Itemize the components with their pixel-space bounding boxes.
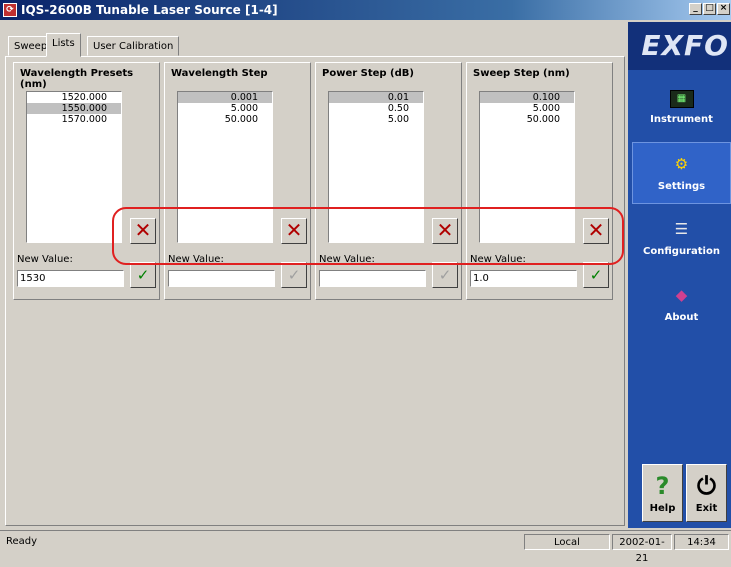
list-item[interactable]: 0.001: [178, 92, 272, 103]
tab-user-calibration[interactable]: User Calibration: [87, 36, 180, 56]
column-power-step: Power Step (dB) 0.01 0.50 5.00 ✕ New Val…: [315, 62, 462, 300]
new-value-label: New Value:: [168, 254, 224, 265]
list-item[interactable]: 0.50: [329, 103, 423, 114]
delete-button[interactable]: ✕: [432, 218, 458, 244]
exit-button[interactable]: ⏻ Exit: [686, 464, 727, 522]
help-label: Help: [649, 503, 676, 514]
nav-label: Instrument: [650, 114, 713, 125]
instrument-icon: ▦: [669, 90, 694, 108]
title-bar: ⟳ IQS-2600B Tunable Laser Source [1-4] _…: [0, 0, 731, 20]
confirm-button[interactable]: ✓: [432, 262, 458, 288]
column-sweep-step: Sweep Step (nm) 0.100 5.000 50.000 ✕ New…: [466, 62, 613, 300]
nav-about[interactable]: ◆ About: [632, 274, 731, 336]
x-icon: ✕: [436, 218, 454, 242]
close-button[interactable]: ×: [717, 3, 730, 15]
column-title: Sweep Step (nm): [473, 68, 570, 79]
new-value-input[interactable]: 1530: [17, 270, 124, 287]
check-icon: ✓: [287, 266, 301, 284]
wavelength-presets-list[interactable]: 1520.000 1550.000 1570.000: [26, 91, 122, 243]
new-value-input[interactable]: [319, 270, 426, 287]
delete-button[interactable]: ✕: [130, 218, 156, 244]
new-value-input[interactable]: 1.0: [470, 270, 577, 287]
list-item[interactable]: 5.000: [480, 103, 574, 114]
nav-settings[interactable]: ⚙ Settings: [632, 142, 731, 204]
nav-label: About: [664, 312, 699, 323]
column-title: Wavelength Step: [171, 68, 268, 79]
nav-configuration[interactable]: ☰ Configuration: [632, 208, 731, 270]
nav-label: Configuration: [643, 246, 720, 257]
list-item[interactable]: 1570.000: [27, 114, 121, 125]
check-icon: ✓: [438, 266, 452, 284]
app-icon[interactable]: ⟳: [3, 3, 17, 17]
exit-label: Exit: [695, 503, 718, 514]
tab-lists[interactable]: Lists: [46, 33, 81, 57]
status-mode: Local: [524, 534, 610, 550]
about-icon: ◆: [675, 286, 688, 304]
nav-label: Settings: [657, 181, 706, 192]
column-title: Wavelength Presets (nm): [20, 68, 134, 90]
power-step-list[interactable]: 0.01 0.50 5.00: [328, 91, 424, 243]
column-title: Power Step (dB): [322, 68, 414, 79]
list-item[interactable]: 0.01: [329, 92, 423, 103]
status-bar: Ready Local 2002-01-21 14:34: [0, 530, 731, 564]
status-message: Ready: [6, 536, 38, 547]
new-value-label: New Value:: [470, 254, 526, 265]
column-wavelength-step: Wavelength Step 0.001 5.000 50.000 ✕ New…: [164, 62, 311, 300]
wavelength-step-list[interactable]: 0.001 5.000 50.000: [177, 91, 273, 243]
new-value-label: New Value:: [17, 254, 73, 265]
help-button[interactable]: ? Help: [642, 464, 683, 522]
list-item[interactable]: 5.000: [178, 103, 272, 114]
list-item[interactable]: 50.000: [480, 114, 574, 125]
x-icon: ✕: [285, 218, 303, 242]
delete-button[interactable]: ✕: [281, 218, 307, 244]
list-item[interactable]: 1550.000: [27, 103, 121, 114]
delete-button[interactable]: ✕: [583, 218, 609, 244]
x-icon: ✕: [587, 218, 605, 242]
status-date: 2002-01-21: [612, 534, 672, 564]
maximize-button[interactable]: □: [703, 3, 716, 15]
check-icon: ✓: [589, 266, 603, 284]
list-item[interactable]: 1520.000: [27, 92, 121, 103]
window-title: IQS-2600B Tunable Laser Source [1-4]: [21, 3, 278, 17]
x-icon: ✕: [134, 218, 152, 242]
nav-instrument[interactable]: ▦ Instrument: [632, 76, 731, 138]
new-value-input[interactable]: [168, 270, 275, 287]
confirm-button[interactable]: ✓: [583, 262, 609, 288]
side-navigation: EXFO ▦ Instrument ⚙ Settings ☰ Configura…: [628, 22, 731, 528]
brand-logo: EXFO: [628, 22, 731, 70]
list-item[interactable]: 0.100: [480, 92, 574, 103]
settings-icon: ⚙: [674, 155, 689, 173]
configuration-icon: ☰: [674, 220, 689, 238]
help-icon: ?: [655, 472, 670, 500]
confirm-button[interactable]: ✓: [281, 262, 307, 288]
list-item[interactable]: 50.000: [178, 114, 272, 125]
confirm-button[interactable]: ✓: [130, 262, 156, 288]
list-item[interactable]: 5.00: [329, 114, 423, 125]
new-value-label: New Value:: [319, 254, 375, 265]
minimize-button[interactable]: _: [689, 3, 702, 15]
sweep-step-list[interactable]: 0.100 5.000 50.000: [479, 91, 575, 243]
column-wavelength-presets: Wavelength Presets (nm) 1520.000 1550.00…: [13, 62, 160, 300]
check-icon: ✓: [136, 266, 150, 284]
power-icon: ⏻: [697, 472, 716, 500]
status-time: 14:34: [674, 534, 729, 550]
